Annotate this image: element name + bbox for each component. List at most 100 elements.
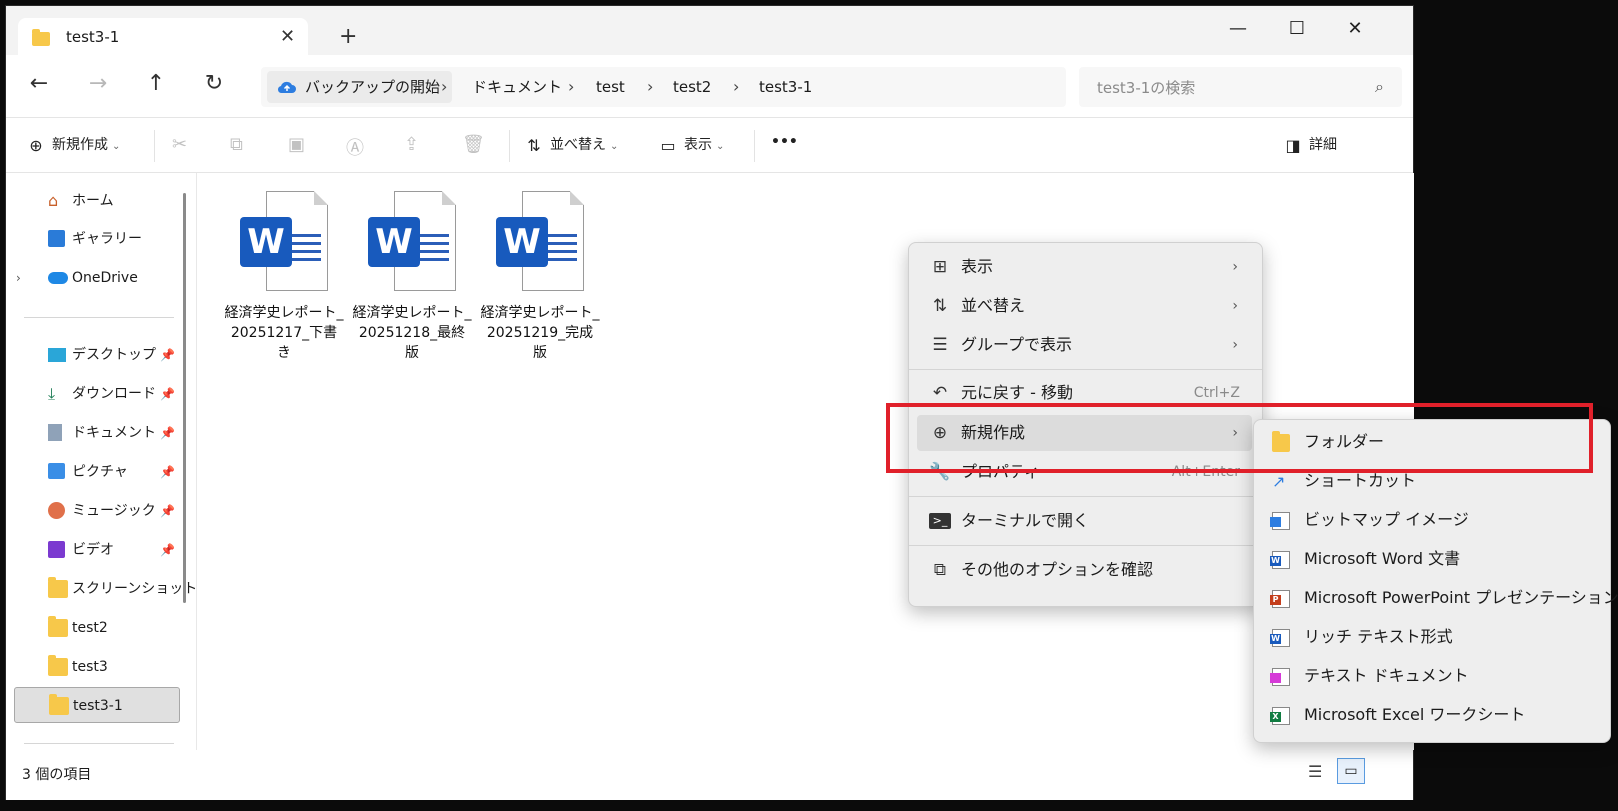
music-icon	[48, 502, 65, 519]
submenu-item-label: Microsoft Word 文書	[1304, 549, 1461, 568]
command-bar: ⊕ 新規作成 ⌄ ✂ ⧉ ▣ Ⓐ ⇪ 🗑 ⇅ 並べ替え ⌄ ▭ 表示 ⌄ ••• ◨ 詳細	[6, 117, 1413, 173]
menu-item-more-options[interactable]: ⧉ その他のオプションを確認	[917, 552, 1252, 588]
share-button[interactable]: ⇪	[404, 134, 419, 155]
submenu-item-excel[interactable]: X Microsoft Excel ワークシート	[1262, 696, 1600, 734]
submenu-item-bitmap[interactable]: ビットマップ イメージ	[1262, 501, 1600, 539]
file-item[interactable]: W 経済学史レポート_20251217_下書き	[224, 191, 344, 363]
divider	[909, 369, 1262, 370]
chevron-right-icon: ›	[733, 77, 740, 96]
sidebar-item-label: ビデオ	[72, 542, 114, 558]
new-label: 新規作成	[52, 137, 108, 153]
tab-title: test3-1	[66, 28, 120, 46]
maximize-button[interactable]: ☐	[1282, 18, 1312, 39]
sidebar-item-label: ピクチャ	[72, 464, 128, 480]
sidebar-item-desktop[interactable]: デスクトップ 📌	[18, 337, 178, 373]
more-options-button[interactable]: •••	[771, 134, 798, 150]
pin-icon: 📌	[160, 387, 175, 401]
details-button[interactable]: ◨ 詳細	[1283, 134, 1337, 155]
menu-item-group[interactable]: ☰ グループで表示 ›	[917, 327, 1252, 363]
breadcrumb-item[interactable]: test2	[673, 71, 711, 103]
rename-button[interactable]: Ⓐ	[346, 134, 364, 160]
sidebar-item-music[interactable]: ミュージック 📌	[18, 493, 178, 529]
file-name: 経済学史レポート_20251218_最終版	[352, 305, 472, 361]
menu-item-terminal[interactable]: >_ ターミナルで開く	[917, 503, 1252, 539]
breadcrumb-item[interactable]: test3-1	[759, 71, 812, 103]
sidebar-item-test2[interactable]: test2	[18, 610, 178, 646]
file-item[interactable]: W 経済学史レポート_20251218_最終版	[352, 191, 472, 363]
submenu-item-word[interactable]: W Microsoft Word 文書	[1262, 540, 1600, 578]
new-tab-button[interactable]: +	[339, 26, 357, 48]
folder-icon	[49, 694, 69, 715]
sidebar-item-screenshots[interactable]: スクリーンショット	[18, 571, 197, 607]
submenu-item-label: リッチ テキスト形式	[1304, 627, 1453, 646]
word-document-icon: W	[496, 191, 584, 293]
view-button[interactable]: ▭ 表示 ⌄	[658, 134, 724, 155]
close-window-button[interactable]: ✕	[1340, 18, 1370, 39]
sidebar-item-test3-1[interactable]: test3-1	[14, 687, 180, 723]
new-button[interactable]: ⊕ 新規作成 ⌄	[26, 134, 120, 155]
search-input[interactable]: test3-1の検索 ⌕	[1079, 67, 1402, 107]
item-count: 3 個の項目	[22, 767, 92, 783]
forward-button[interactable]: →	[83, 73, 113, 95]
sidebar-item-home[interactable]: ⌂ ホーム	[18, 183, 178, 219]
title-bar: test3-1 ✕ + — ☐ ✕	[6, 6, 1413, 56]
chevron-right-icon: ›	[647, 77, 654, 96]
sidebar-item-label: ドキュメント	[72, 425, 156, 441]
back-button[interactable]: ←	[24, 73, 54, 95]
divider	[154, 130, 155, 162]
sort-button[interactable]: ⇅ 並べ替え ⌄	[524, 134, 618, 155]
video-icon	[48, 541, 65, 558]
sidebar-item-label: ホーム	[72, 193, 114, 209]
breadcrumb-backup[interactable]: バックアップの開始	[267, 71, 453, 103]
sidebar-item-label: ギャラリー	[72, 231, 142, 247]
bitmap-icon	[1270, 512, 1290, 530]
divider	[909, 545, 1262, 546]
divider	[509, 130, 510, 162]
cut-button[interactable]: ✂	[172, 134, 187, 155]
submenu-item-powerpoint[interactable]: P Microsoft PowerPoint プレゼンテーション	[1262, 579, 1618, 617]
menu-item-label: その他のオプションを確認	[961, 560, 1154, 579]
details-view-button[interactable]: ☰	[1308, 762, 1322, 781]
navigation-pane: ⌂ ホーム ギャラリー › OneDrive デスクトップ 📌 ⤓ ダウンロード…	[6, 173, 197, 750]
sidebar-item-videos[interactable]: ビデオ 📌	[18, 532, 178, 568]
scrollbar[interactable]	[183, 193, 186, 603]
word-document-icon: W	[368, 191, 456, 293]
sidebar-item-onedrive[interactable]: OneDrive	[18, 260, 178, 296]
minimize-button[interactable]: —	[1223, 18, 1253, 39]
up-button[interactable]: ↑	[141, 73, 171, 95]
home-icon: ⌂	[48, 191, 59, 210]
sidebar-item-downloads[interactable]: ⤓ ダウンロード 📌	[18, 376, 178, 412]
sidebar-item-label: スクリーンショット	[72, 581, 198, 597]
word-document-icon: W	[240, 191, 328, 293]
delete-button[interactable]: 🗑	[462, 134, 485, 155]
divider	[24, 317, 174, 318]
submenu-item-text[interactable]: テキスト ドキュメント	[1262, 657, 1600, 695]
picture-icon	[48, 463, 65, 479]
menu-item-view[interactable]: ⊞ 表示 ›	[917, 249, 1252, 285]
tab-test3-1[interactable]: test3-1 ✕	[18, 18, 308, 56]
breadcrumb[interactable]: バックアップの開始 › ドキュメント › test › test2 › test…	[261, 67, 1066, 107]
sort-icon: ⇅	[932, 296, 948, 316]
terminal-icon: >_	[929, 513, 951, 529]
tiles-view-button[interactable]: ▭	[1337, 758, 1365, 784]
paste-button[interactable]: ▣	[288, 134, 305, 155]
details-pane-icon: ◨	[1285, 135, 1301, 155]
submenu-item-rtf[interactable]: W リッチ テキスト形式	[1262, 618, 1600, 656]
sidebar-item-documents[interactable]: ドキュメント 📌	[18, 415, 178, 451]
breadcrumb-item[interactable]: test	[596, 71, 625, 103]
sidebar-item-gallery[interactable]: ギャラリー	[18, 221, 178, 257]
file-item[interactable]: W 経済学史レポート_20251219_完成版	[480, 191, 600, 363]
file-name: 経済学史レポート_20251217_下書き	[224, 305, 344, 361]
search-placeholder: test3-1の検索	[1097, 79, 1196, 97]
sidebar-item-test3[interactable]: test3	[18, 649, 178, 685]
sidebar-item-pictures[interactable]: ピクチャ 📌	[18, 454, 178, 490]
powerpoint-icon: P	[1270, 590, 1290, 608]
desktop-icon	[48, 348, 66, 362]
menu-item-sort[interactable]: ⇅ 並べ替え ›	[917, 288, 1252, 324]
copy-button[interactable]: ⧉	[230, 134, 243, 155]
group-list-icon: ☰	[932, 335, 948, 355]
divider	[909, 496, 1262, 497]
close-tab-button[interactable]: ✕	[280, 26, 295, 47]
breadcrumb-item[interactable]: ドキュメント	[472, 71, 562, 103]
refresh-button[interactable]: ↻	[199, 73, 229, 95]
